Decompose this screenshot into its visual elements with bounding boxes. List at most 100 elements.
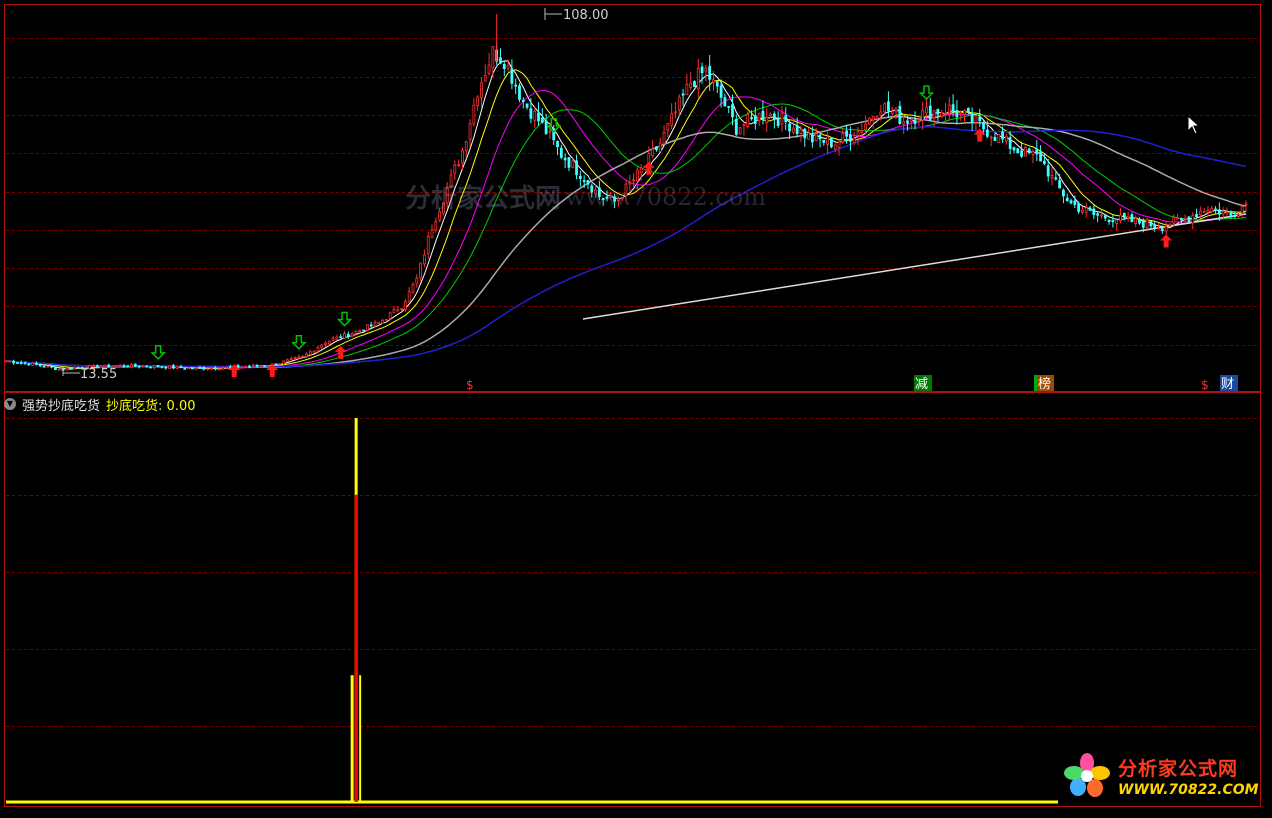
candle-body [689,82,693,88]
candle-body [54,366,57,370]
candle-body [765,116,769,123]
candle-body [65,367,69,371]
candle-body [616,197,620,202]
candle-body [1084,207,1088,213]
candle-body [677,96,681,111]
candle-body [818,134,822,140]
candle-body [373,322,377,327]
candle-body [704,67,708,72]
indicator-series [6,418,1058,804]
candle-body [442,202,445,214]
candle-body [57,368,61,371]
candle-body [913,119,917,124]
candle-body [731,104,734,118]
candle-body [434,221,438,231]
candle-body [1119,214,1122,222]
candle-body [267,365,270,368]
candle-body [1092,208,1096,216]
candle-body [651,148,655,156]
candle-body [137,365,141,368]
candle-body [301,355,305,358]
candle-body [1183,217,1187,220]
sell-arrow-icon [336,311,353,327]
candle-body [415,277,419,285]
candle-body [871,116,875,121]
brand-name: 分析家公式网 [1118,758,1239,780]
candle-body [445,187,449,204]
candle-body [841,133,845,143]
brand-url: WWW.70822.COM [1118,782,1259,798]
buy-arrow-icon [642,161,655,175]
indicator-header: ▼ 强势抄底吃货 抄底吃货: 0.00 [4,395,196,414]
candle-body [1004,135,1008,142]
candle-body [1172,217,1176,224]
candle-body [1210,207,1214,213]
candle-body [1012,147,1016,151]
candle-body [997,134,1001,143]
candle-body [1229,213,1233,216]
candle-body [700,66,704,74]
candle-body [190,367,194,370]
event-marker-dollar-1: $ [466,378,474,392]
candle-body [693,81,696,88]
candle-body [42,365,46,368]
candle-body [966,108,970,112]
candle-body [1153,224,1157,228]
candle-body [400,308,403,311]
candle-body [362,329,365,332]
candle-body [510,68,514,84]
candle-body [461,150,464,164]
moving-average-lines [5,60,1247,370]
candle-body [316,347,320,352]
chevron-down-icon[interactable]: ▼ [4,398,16,410]
candle-body [864,123,868,131]
candle-body [860,130,864,134]
candle-body [1008,137,1012,149]
candle-body [757,113,761,122]
candle-body [1202,210,1206,213]
candle-body [620,197,624,200]
candle-body [833,144,837,150]
candle-body [826,136,829,145]
candle-body [856,131,860,136]
sell-arrow-icon [918,85,935,101]
candle-body [50,365,54,368]
candle-body [829,137,833,148]
candle-body [1221,211,1225,215]
candle-body [928,105,932,120]
candle-body [685,83,689,96]
candle-body [472,104,476,125]
price-panel-border [4,4,1261,392]
candle-body [1058,180,1062,189]
candle-body [624,183,628,197]
event-marker-rank: 榜 [1038,376,1051,392]
candle-body [769,113,772,117]
candle-body [419,262,423,279]
candle-body [909,118,913,122]
candle-body [354,330,358,334]
candle-body [327,340,331,345]
candle-body [183,367,187,370]
candle-body [202,367,206,370]
candle-body [1023,146,1027,157]
candle-body [902,121,906,125]
candle-body [556,140,559,148]
candle-body [947,104,951,114]
candle-body [807,132,810,140]
candle-body [388,312,392,319]
candle-body [944,113,947,116]
series-label: 抄底吃货: [106,398,163,414]
candle-body [476,96,480,106]
candle-body [244,366,248,368]
candle-body [590,185,594,193]
candle-body [810,134,814,143]
candle-body [468,123,472,140]
candle-body [1164,226,1168,232]
candle-body [76,367,80,369]
buy-arrow-icon [334,345,347,359]
candle-body [343,333,346,339]
event-marker-reduce: 减 [915,377,928,392]
candle-body [453,164,457,174]
indicator-panel-border [4,392,1261,807]
candle-body [540,117,544,123]
